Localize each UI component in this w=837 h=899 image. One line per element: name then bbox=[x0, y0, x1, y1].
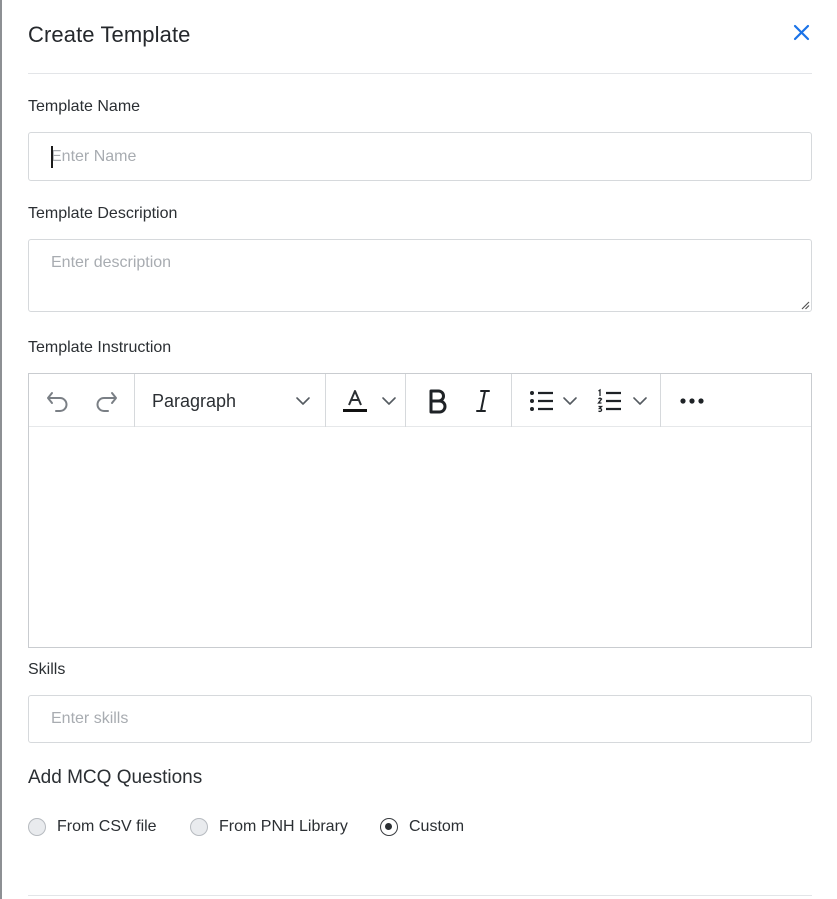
resize-handle-icon[interactable] bbox=[800, 300, 810, 310]
editor-content-area[interactable] bbox=[29, 428, 811, 647]
chevron-down-icon bbox=[633, 397, 647, 405]
template-name-input[interactable] bbox=[29, 133, 811, 180]
rich-text-editor: Paragraph bbox=[28, 373, 812, 648]
template-description-field bbox=[28, 239, 812, 312]
basic-styles-group bbox=[406, 374, 512, 427]
template-instruction-label: Template Instruction bbox=[28, 339, 172, 356]
chevron-down-icon bbox=[382, 397, 396, 405]
modal-title: Create Template bbox=[28, 22, 191, 47]
bulleted-list-icon bbox=[530, 391, 553, 411]
bold-button[interactable] bbox=[420, 384, 454, 418]
close-icon bbox=[793, 24, 810, 41]
radio-custom[interactable]: Custom bbox=[380, 814, 464, 840]
skills-field bbox=[28, 695, 812, 743]
italic-icon bbox=[476, 390, 490, 412]
redo-button[interactable] bbox=[89, 384, 123, 418]
numbered-list-icon bbox=[597, 388, 621, 413]
radio-label: From CSV file bbox=[57, 818, 157, 835]
text-color-dropdown[interactable] bbox=[326, 374, 406, 427]
skills-label: Skills bbox=[28, 661, 66, 678]
template-name-field bbox=[28, 132, 812, 181]
bulleted-list-dropdown[interactable] bbox=[524, 384, 582, 418]
more-options-button[interactable] bbox=[673, 384, 711, 418]
radio-button[interactable] bbox=[190, 818, 208, 836]
chevron-down-icon bbox=[563, 397, 577, 405]
editor-toolbar: Paragraph bbox=[29, 374, 811, 427]
template-description-input[interactable] bbox=[29, 240, 811, 311]
redo-icon bbox=[96, 392, 117, 412]
radio-from-pnh-library[interactable]: From PNH Library bbox=[190, 814, 348, 840]
radio-button[interactable] bbox=[28, 818, 46, 836]
create-template-modal: Create Template Template Name Template D… bbox=[2, 0, 837, 899]
more-options-icon bbox=[680, 398, 704, 404]
radio-label: Custom bbox=[409, 818, 465, 835]
block-format-dropdown[interactable]: Paragraph bbox=[135, 374, 326, 427]
italic-button[interactable] bbox=[466, 384, 500, 418]
text-caret bbox=[51, 146, 53, 168]
template-description-label: Template Description bbox=[28, 205, 178, 222]
divider bbox=[28, 895, 812, 896]
radio-button-selected[interactable] bbox=[380, 818, 398, 836]
chevron-down-icon bbox=[296, 397, 310, 405]
list-group bbox=[512, 374, 661, 427]
template-name-label: Template Name bbox=[28, 98, 141, 115]
close-button[interactable] bbox=[792, 22, 812, 44]
radio-label: From PNH Library bbox=[219, 818, 348, 835]
skills-input[interactable] bbox=[29, 696, 811, 742]
numbered-list-dropdown[interactable] bbox=[592, 384, 652, 418]
radio-from-csv[interactable]: From CSV file bbox=[28, 814, 157, 840]
bold-icon bbox=[429, 389, 447, 414]
modal-header: Create Template bbox=[28, 0, 812, 74]
undo-icon bbox=[47, 392, 68, 412]
text-color-button[interactable] bbox=[336, 384, 374, 418]
undo-button[interactable] bbox=[41, 384, 75, 418]
history-group bbox=[29, 374, 135, 427]
font-color-icon bbox=[343, 390, 367, 412]
mcq-section-title: Add MCQ Questions bbox=[28, 767, 203, 788]
block-format-value: Paragraph bbox=[152, 391, 237, 411]
